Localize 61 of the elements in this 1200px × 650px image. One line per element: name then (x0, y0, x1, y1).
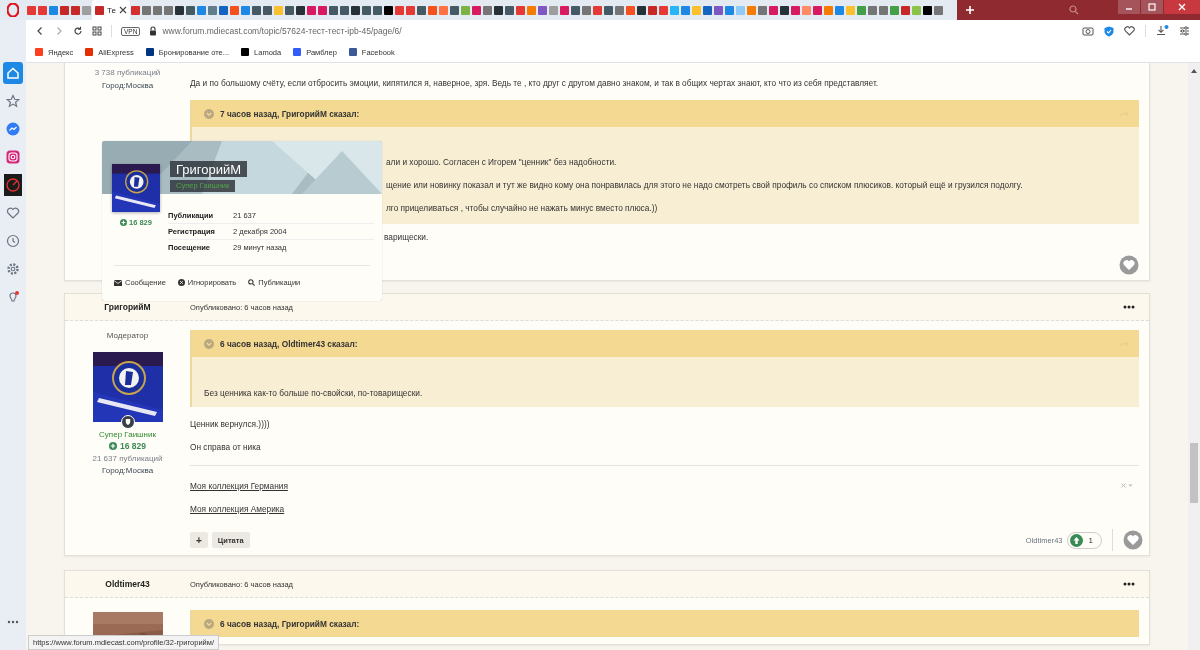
post-count: 21 637 публикаций (92, 454, 163, 463)
user-title: Супер Гаишник (99, 430, 156, 439)
forward-icon[interactable] (54, 26, 64, 36)
post-text: варищески. (384, 231, 430, 243)
scrollbar[interactable] (1188, 63, 1200, 650)
search-icon (248, 279, 256, 286)
post-text: Ценник вернулся.)))) (190, 418, 271, 430)
maximize-icon (1148, 3, 1156, 11)
reputation-count: 16 829 (109, 441, 146, 451)
cancel-icon (177, 279, 185, 286)
like-icon[interactable] (1123, 530, 1143, 550)
grid-icon[interactable] (92, 26, 102, 36)
plus-circle-icon (109, 442, 117, 450)
plus-circle-icon (120, 219, 127, 226)
multiquote-button[interactable]: + (190, 532, 208, 548)
url-field[interactable]: www.forum.mdiecast.com/topic/57624-тест-тест-ipb-45/page/6/ (162, 26, 402, 36)
post-count: 3 738 публикаций (94, 68, 161, 77)
envelope-icon (114, 279, 122, 286)
opera-logo-icon[interactable] (7, 3, 19, 17)
back-icon[interactable] (35, 26, 45, 36)
search-icon[interactable] (1069, 5, 1079, 15)
quote-title: 6 часов назад, ГригорийМ сказал: (220, 618, 360, 629)
user-city: Город:Москва (101, 81, 154, 90)
signature-link[interactable]: Моя коллекция Америка (190, 503, 285, 515)
quote-title: 6 часов назад, Oldtimer43 сказал: (220, 338, 358, 349)
post-text: Он справа от ника (190, 441, 262, 453)
post-text: Да и по большому счёту, если отбросить эмоции, кипятился я, наверное, зря. Ведь те , кто друг с другом давно знаком, и так в общих чертах знают, кто что из себя представляет. (190, 77, 880, 89)
author-name[interactable]: ГригорийМ (65, 302, 190, 312)
sidebar-home-icon[interactable] (3, 62, 23, 84)
close-icon[interactable] (118, 6, 127, 14)
reload-icon[interactable] (73, 26, 83, 36)
more-icon[interactable] (7, 620, 19, 624)
scroll-up-icon[interactable] (1191, 69, 1197, 73)
more-icon[interactable] (1123, 582, 1135, 586)
more-icon[interactable] (1123, 305, 1135, 309)
minimize-button[interactable] (1118, 0, 1140, 14)
upvote-icon (1069, 533, 1083, 547)
maximize-button[interactable] (1141, 0, 1163, 14)
settings-icon[interactable] (1179, 26, 1190, 36)
heart-icon[interactable] (1124, 26, 1135, 36)
sidebar-speed-icon[interactable] (3, 174, 23, 196)
close-icon (1178, 3, 1186, 11)
signature-link[interactable]: Моя коллекция Германия (190, 480, 288, 492)
profile-name[interactable]: ГригорийМ (170, 161, 248, 177)
quote-text: лго прицеливаться , чтобы случайно не нажать минус вместо плюса.)) (386, 202, 659, 214)
close-button[interactable] (1164, 0, 1200, 14)
lock-icon (149, 26, 158, 36)
camera-icon[interactable] (1082, 26, 1094, 36)
browser-tab[interactable]: Те (92, 0, 130, 20)
user-group: Модератор (106, 331, 149, 340)
plus-icon[interactable] (965, 5, 975, 15)
like-icon[interactable] (1119, 255, 1139, 275)
download-icon[interactable] (1156, 25, 1169, 37)
user-city: Город:Москва (101, 466, 154, 475)
quote-title: 7 часов назад, ГригорийМ сказал: (220, 108, 360, 119)
quote-text: щение или новинку показал и тут же видно кому она понравилась для этого не надо смотреть свой профиль со списком плюсиков. который ещё и грузился подолгу. (386, 179, 1024, 191)
quote-text: али и хорошо. Согласен с Игорем "ценник" без надобности. (386, 156, 618, 168)
scroll-thumb[interactable] (1190, 443, 1198, 503)
quote-text: Без ценника как-то больше по-свойски, по-товарищески. (204, 387, 424, 399)
author-name[interactable]: Oldtimer43 (65, 579, 190, 589)
shield-icon[interactable] (1104, 25, 1114, 37)
